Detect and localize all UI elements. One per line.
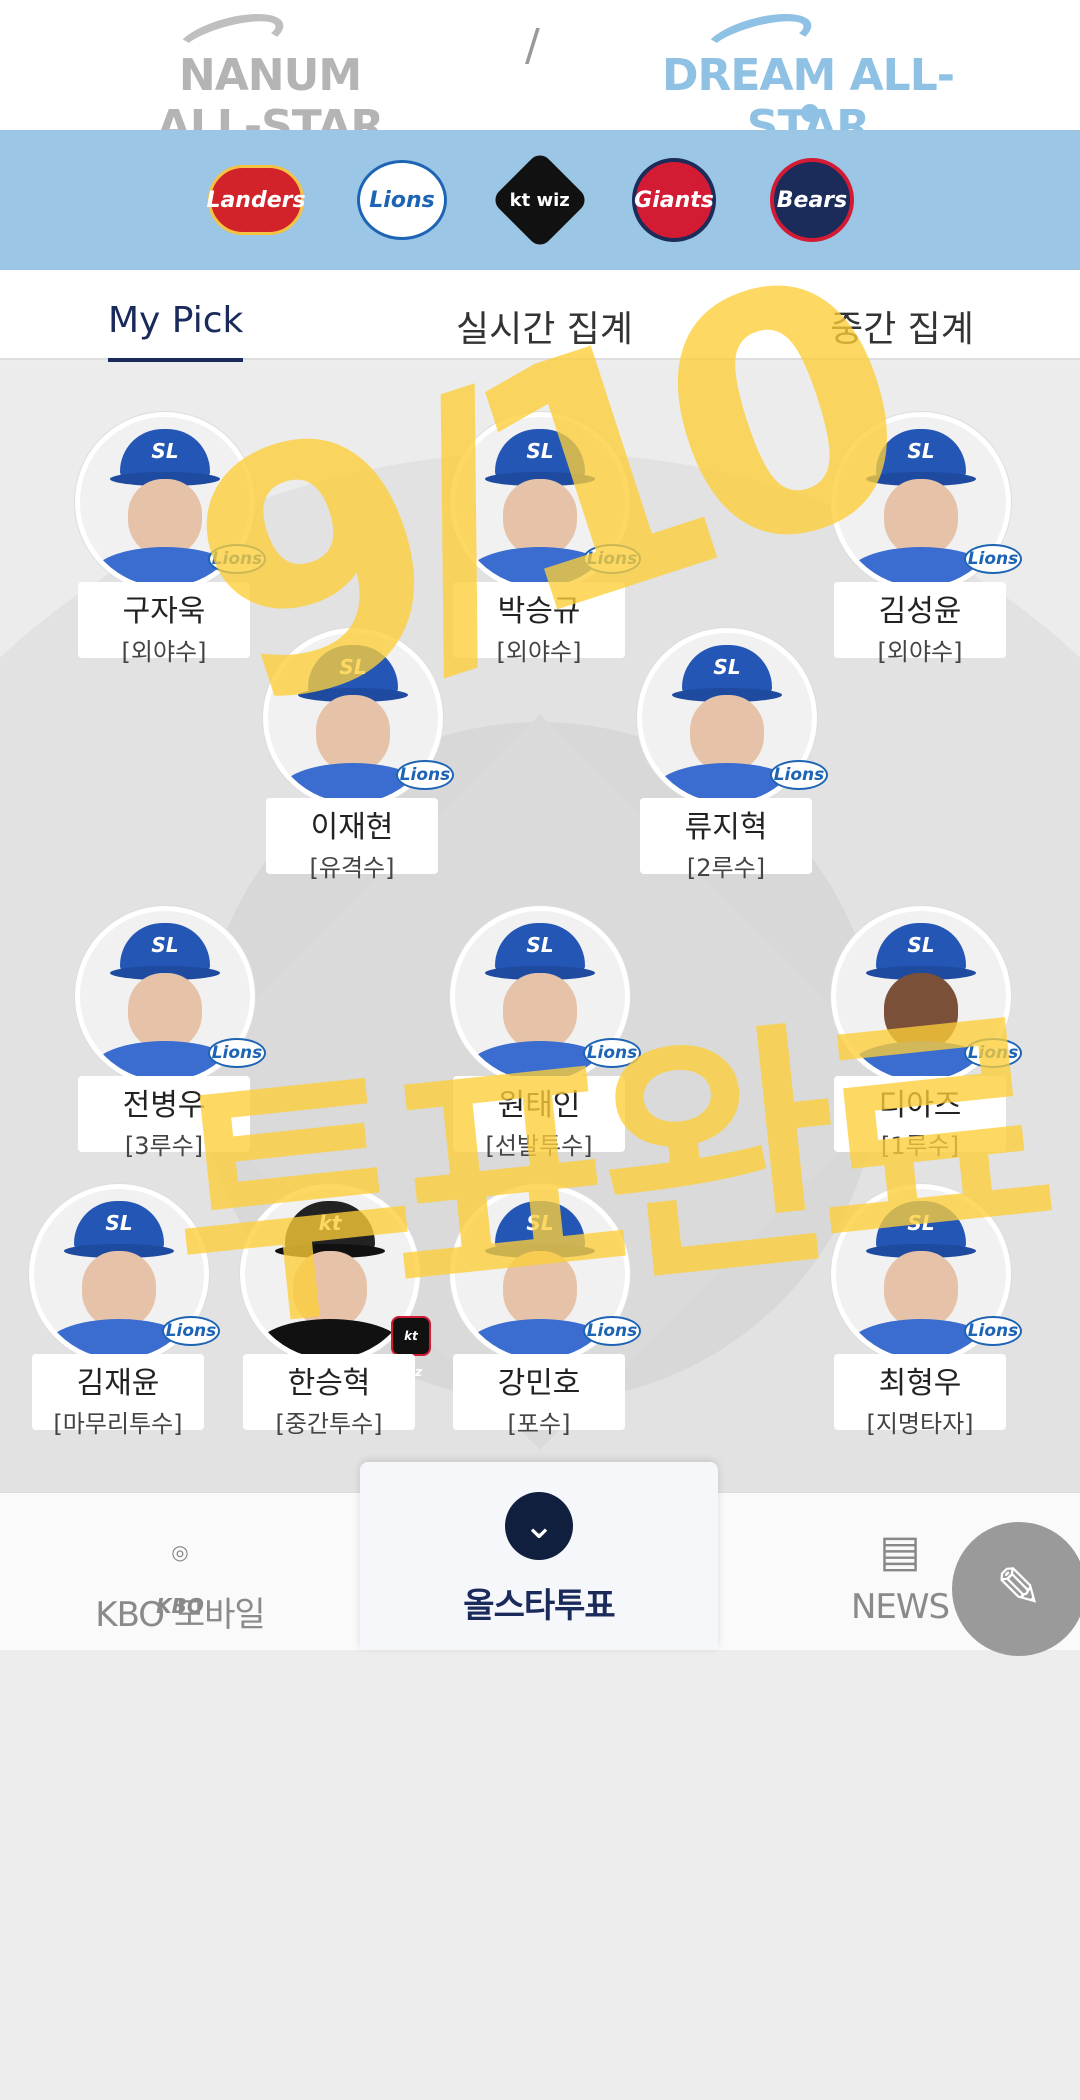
team-logo-lions[interactable]: Lions bbox=[354, 158, 450, 242]
player-card[interactable]: SL Lions 최형우 [지명타자] bbox=[826, 1184, 1022, 1438]
nav-kbo-label: KBO 모바일 bbox=[95, 1595, 265, 1635]
player-name: 강민호 bbox=[497, 1366, 581, 1401]
player-label: 김재윤 [마무리투수] bbox=[32, 1354, 204, 1438]
player-card[interactable]: SL Lions 원태인 [선발투수] bbox=[445, 906, 641, 1160]
player-name: 구자욱 bbox=[122, 594, 206, 629]
kt-wiz-badge-icon: kt wiz bbox=[391, 1316, 431, 1379]
samsung-lions-logo-icon: Lions bbox=[357, 160, 447, 240]
nav-allstar-vote[interactable]: ⌄ 올스타투표 bbox=[360, 1462, 718, 1650]
player-position: [외야수] bbox=[121, 638, 207, 666]
lions-badge-icon: Lions bbox=[964, 1316, 1022, 1346]
player-label: 디아즈 [1루수] bbox=[834, 1076, 1006, 1160]
player-card[interactable]: SL Lions 김성윤 [외야수] bbox=[826, 412, 1022, 666]
player-name: 이재현 bbox=[310, 810, 394, 845]
lotte-giants-logo-icon: Giants bbox=[632, 158, 716, 242]
player-label: 이재현 [유격수] bbox=[266, 798, 438, 882]
player-position: [외야수] bbox=[496, 638, 582, 666]
lions-badge-icon: Lions bbox=[208, 544, 266, 574]
lions-badge-icon: Lions bbox=[770, 760, 828, 790]
chevron-down-icon: ⌄ bbox=[505, 1492, 573, 1560]
player-position: [1루수] bbox=[880, 1132, 960, 1160]
nav-news-label: NEWS bbox=[850, 1587, 950, 1627]
player-name: 김성윤 bbox=[878, 594, 962, 629]
kbo-logo-icon: ◎ KBO bbox=[156, 1540, 204, 1618]
nav-news[interactable]: ▤ NEWS bbox=[830, 1493, 970, 1651]
player-position: [포수] bbox=[507, 1410, 571, 1438]
player-label: 강민호 [포수] bbox=[453, 1354, 625, 1438]
player-position: [지명타자] bbox=[866, 1410, 974, 1438]
lions-badge-icon: Lions bbox=[208, 1038, 266, 1068]
doosan-bears-logo-icon: Bears bbox=[770, 158, 854, 242]
player-name: 박승규 bbox=[497, 594, 581, 629]
team-logo-giants[interactable]: Giants bbox=[626, 158, 722, 242]
player-position: [선발투수] bbox=[485, 1132, 593, 1160]
player-label: 류지혁 [2루수] bbox=[640, 798, 812, 882]
player-label: 최형우 [지명타자] bbox=[834, 1354, 1006, 1438]
lions-badge-icon: Lions bbox=[583, 1316, 641, 1346]
player-position: [중간투수] bbox=[275, 1410, 383, 1438]
nav-allstar-label: 올스타투표 bbox=[463, 1586, 615, 1626]
ssg-landers-logo-icon: Landers bbox=[206, 165, 306, 235]
pencil-icon[interactable]: ✎ bbox=[952, 1522, 1080, 1656]
player-card[interactable]: SL Lions 이재현 [유격수] bbox=[258, 628, 454, 882]
player-label: 김성윤 [외야수] bbox=[834, 582, 1006, 666]
player-card[interactable]: SL Lions 전병우 [3루수] bbox=[70, 906, 266, 1160]
tab-my-pick[interactable]: My Pick bbox=[108, 300, 244, 363]
tab-interim-count[interactable]: 중간 집계 bbox=[830, 300, 974, 352]
team-logo-bears[interactable]: Bears bbox=[764, 158, 860, 242]
page: { "header": { "nanum_logo": "NANUM ALL-S… bbox=[0, 0, 1080, 2100]
nav-kbo-mobile[interactable]: ◎ KBO KBO 모바일 bbox=[90, 1493, 270, 1651]
lions-badge-icon: Lions bbox=[964, 1038, 1022, 1068]
player-name: 디아즈 bbox=[878, 1088, 962, 1123]
lions-badge-icon: Lions bbox=[162, 1316, 220, 1346]
player-card[interactable]: kt kt wiz 한승혁[중간투수] bbox=[235, 1184, 431, 1438]
lions-badge-icon: Lions bbox=[964, 544, 1022, 574]
player-card[interactable]: SL Lions 디아즈 [1루수] bbox=[826, 906, 1022, 1160]
player-card[interactable]: SL Lions 김재윤 [마무리투수] bbox=[24, 1184, 220, 1438]
player-label: 전병우 [3루수] bbox=[78, 1076, 250, 1160]
player-label: 원태인 [선발투수] bbox=[453, 1076, 625, 1160]
header: NANUM ALL-STAR / DREAM ALL-STAR bbox=[0, 0, 1080, 152]
player-card[interactable]: SL Lions 구자욱 [외야수] bbox=[70, 412, 266, 666]
player-name: 원태인 bbox=[497, 1088, 581, 1123]
player-label: 박승규 [외야수] bbox=[453, 582, 625, 666]
newspaper-icon: ▤ bbox=[879, 1526, 921, 1577]
player-label: 한승혁 [중간투수] bbox=[243, 1354, 415, 1438]
player-card[interactable]: SL Lions 박승규 [외야수] bbox=[445, 412, 641, 666]
player-position: [유격수] bbox=[309, 854, 395, 882]
tab-realtime-count[interactable]: 실시간 집계 bbox=[456, 300, 633, 352]
tab-bar: My Pick 실시간 집계 중간 집계 bbox=[0, 270, 1080, 363]
lions-badge-icon: Lions bbox=[583, 1038, 641, 1068]
player-name: 최형우 bbox=[878, 1366, 962, 1401]
player-name: 전병우 bbox=[122, 1088, 206, 1123]
player-position: [마무리투수] bbox=[53, 1410, 183, 1438]
kt-wiz-logo-icon: kt wiz bbox=[490, 150, 590, 250]
player-card[interactable]: SL Lions 류지혁 [2루수] bbox=[632, 628, 828, 882]
team-logo-landers[interactable]: Landers bbox=[206, 158, 306, 242]
lions-badge-icon: Lions bbox=[396, 760, 454, 790]
kt-wiz-logo-text: kt wiz bbox=[509, 189, 571, 211]
player-label: 구자욱 [외야수] bbox=[78, 582, 250, 666]
selected-indicator-dot bbox=[801, 104, 819, 122]
team-logo-bar: Landers Lions kt wiz Giants Bears bbox=[0, 130, 1080, 270]
player-position: [3루수] bbox=[124, 1132, 204, 1160]
player-name: 한승혁 bbox=[287, 1366, 371, 1401]
player-card[interactable]: SL Lions 강민호 [포수] bbox=[445, 1184, 641, 1438]
player-name: 류지혁 bbox=[684, 810, 768, 845]
logo-separator: / bbox=[525, 20, 540, 71]
player-name: 김재윤 bbox=[76, 1366, 160, 1401]
team-logo-ktwiz[interactable]: kt wiz bbox=[490, 150, 590, 250]
player-position: [외야수] bbox=[877, 638, 963, 666]
dream-allstar-logo[interactable]: DREAM ALL-STAR bbox=[658, 4, 958, 152]
lions-badge-icon: Lions bbox=[583, 544, 641, 574]
player-position: [2루수] bbox=[686, 854, 766, 882]
nanum-allstar-logo[interactable]: NANUM ALL-STAR bbox=[120, 4, 420, 152]
